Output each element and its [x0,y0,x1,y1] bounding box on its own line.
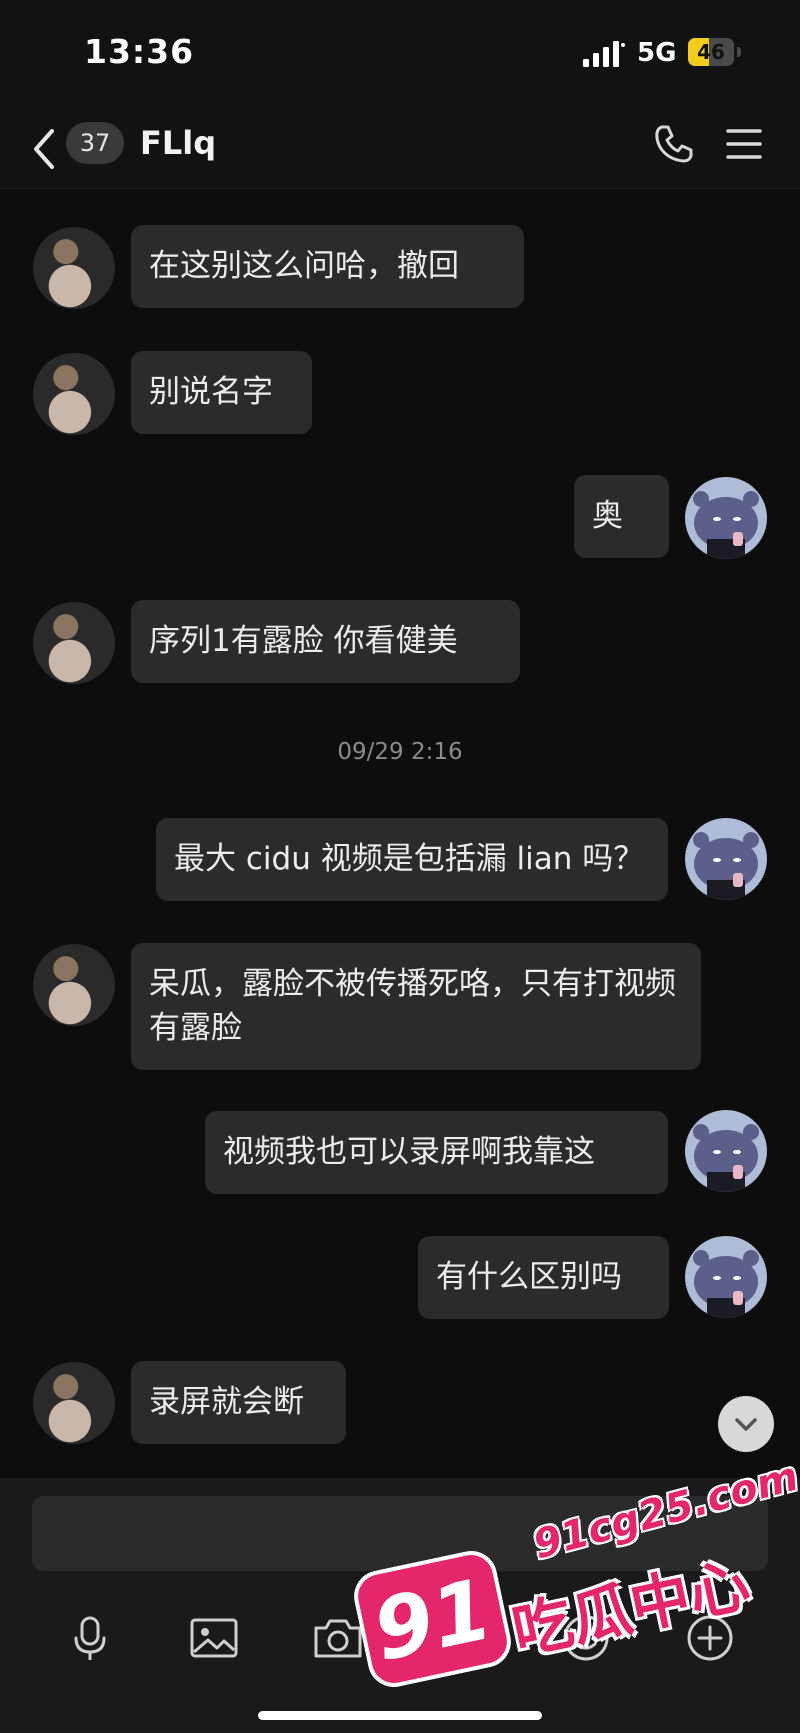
message-bubble[interactable]: 别说名字 [131,351,312,434]
chevron-down-icon [735,1418,757,1431]
emoji-icon[interactable] [556,1608,616,1668]
bear-avatar-icon [693,1250,759,1318]
unread-count-badge[interactable]: 37 [66,122,124,164]
message-bubble[interactable]: 最大 cidu 视频是包括漏 lian 吗？ [156,818,668,901]
battery-cap [737,47,741,57]
message-list[interactable]: 在这别这么问哈，撤回 别说名字 奥 序列1有露脸 你看健美 09/29 2:16 [0,189,800,1479]
message-input[interactable] [32,1496,768,1571]
message-row: 有什么区别吗 [0,1209,800,1319]
avatar[interactable] [685,1236,767,1318]
image-icon[interactable] [184,1608,244,1668]
contact-name[interactable]: FLlq [140,122,216,164]
message-row: 别说名字 [0,314,800,435]
message-row: 录屏就会断 [0,1334,800,1444]
message-bubble[interactable]: 视频我也可以录屏啊我靠这 [205,1111,668,1194]
bear-avatar-icon [693,832,759,900]
avatar[interactable] [33,1362,115,1444]
message-bubble[interactable]: 序列1有露脸 你看健美 [131,600,520,683]
message-bubble[interactable]: 有什么区别吗 [418,1236,669,1319]
network-type: 5G [637,38,677,68]
message-row: 序列1有露脸 你看健美 [0,564,800,684]
avatar[interactable] [33,227,115,309]
microphone-icon[interactable] [60,1608,120,1668]
status-time: 13:36 [84,32,195,71]
red-packet-icon[interactable] [432,1608,492,1668]
plus-icon[interactable] [680,1608,740,1668]
battery-level-text: 46 [697,40,725,64]
avatar[interactable] [33,944,115,1026]
message-bubble[interactable]: 呆瓜，露脸不被传播死咯，只有打视频有露脸 [131,943,701,1070]
message-bubble[interactable]: 奥 [574,475,669,558]
hamburger-menu-icon[interactable] [720,122,768,166]
camera-icon[interactable] [308,1608,368,1668]
phone-icon[interactable] [650,120,698,168]
composer [0,1478,800,1733]
status-bar: 13:36 5G 46 [0,0,800,110]
bear-avatar-icon [693,1124,759,1192]
battery-indicator: 46 [688,38,734,66]
message-row: 呆瓜，露脸不被传播死咯，只有打视频有露脸 [0,914,800,1074]
avatar[interactable] [685,1110,767,1192]
signal-icon [583,41,625,67]
timestamp: 09/29 2:16 [337,739,463,765]
chevron-left-icon[interactable] [26,119,66,179]
message-bubble[interactable]: 录屏就会断 [131,1361,346,1444]
message-row: 奥 [0,439,800,559]
avatar[interactable] [33,353,115,435]
avatar[interactable] [685,477,767,559]
scroll-to-bottom-button[interactable] [718,1396,774,1452]
message-bubble[interactable]: 在这别这么问哈，撤回 [131,225,524,308]
chat-header: 37 FLlq [0,110,800,189]
avatar[interactable] [33,602,115,684]
message-row: 视频我也可以录屏啊我靠这 [0,1084,800,1194]
bear-avatar-icon [693,491,759,559]
message-row: 最大 cidu 视频是包括漏 lian 吗？ [0,785,800,901]
home-indicator [258,1711,542,1720]
message-row: 在这别这么问哈，撤回 [0,189,800,309]
avatar[interactable] [685,818,767,900]
